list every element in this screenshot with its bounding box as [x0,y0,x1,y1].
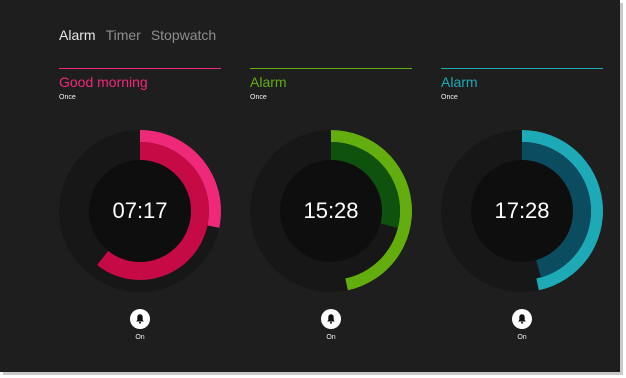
alarm-card[interactable]: Alarm Once 17:28 On [441,68,603,350]
alarm-time: 15:28 [303,198,359,223]
alarm-card[interactable]: Alarm Once 15:28 On [250,68,412,350]
alarm-toggle-button[interactable] [321,309,341,329]
alarm-name: Good morning [59,74,148,90]
alarm-repeat: Once [441,94,458,101]
card-divider [441,68,603,69]
alarm-status: On [135,334,145,341]
bell-icon [518,314,526,324]
alarms-app-window: Alarm Timer Stopwatch Good morning Once … [0,0,620,372]
alarm-toggle-button[interactable] [130,309,150,329]
alarm-status: On [517,334,527,341]
card-divider [59,68,221,69]
alarm-time: 07:17 [112,198,168,223]
alarm-name: Alarm [441,74,478,90]
alarm-card[interactable]: Good morning Once 07:17 On [59,68,221,350]
tab-bar: Alarm Timer Stopwatch [59,26,216,44]
tab-alarm[interactable]: Alarm [59,26,96,44]
alarm-repeat: Once [59,94,76,101]
bell-icon [327,314,335,324]
tab-timer[interactable]: Timer [106,26,141,44]
alarm-name: Alarm [250,74,287,90]
alarm-repeat: Once [250,94,267,101]
card-divider [250,68,412,69]
alarm-status: On [326,334,336,341]
alarm-time: 17:28 [494,198,550,223]
tab-stopwatch[interactable]: Stopwatch [151,26,216,44]
alarm-toggle-button[interactable] [512,309,532,329]
bell-icon [136,314,144,324]
